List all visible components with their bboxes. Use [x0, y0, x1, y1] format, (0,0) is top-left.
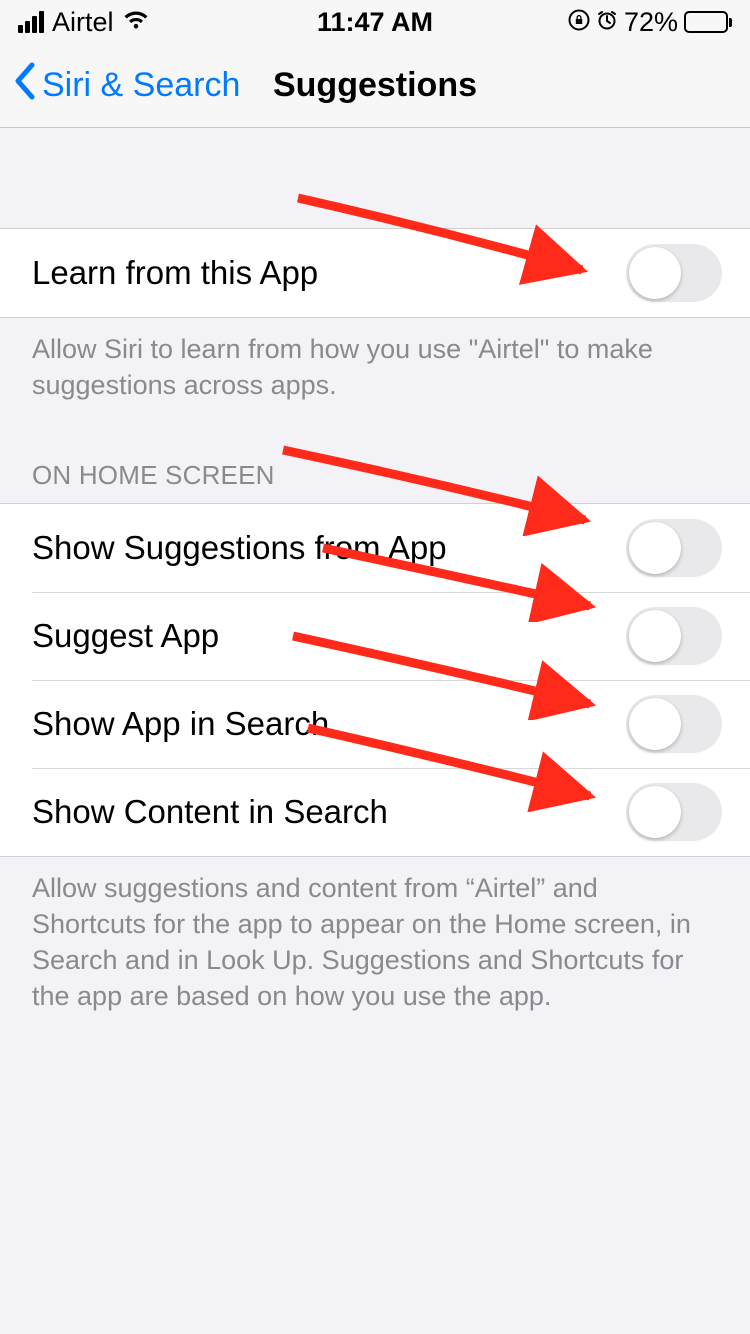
- row-suggest-app[interactable]: Suggest App: [0, 592, 750, 680]
- back-label: Siri & Search: [42, 66, 240, 105]
- nav-header: Siri & Search Suggestions: [0, 44, 750, 128]
- back-button[interactable]: Siri & Search: [0, 61, 240, 110]
- status-left: Airtel: [18, 7, 150, 38]
- row-label: Show App in Search: [32, 705, 329, 743]
- alarm-icon: [596, 7, 618, 38]
- section1-footer: Allow Siri to learn from how you use "Ai…: [0, 318, 750, 404]
- wifi-icon: [122, 7, 150, 38]
- orientation-lock-icon: [568, 7, 590, 38]
- row-label: Show Content in Search: [32, 793, 388, 831]
- status-time: 11:47 AM: [317, 7, 433, 38]
- status-bar: Airtel 11:47 AM 72%: [0, 0, 750, 44]
- toggle-suggest-app[interactable]: [626, 607, 722, 665]
- section2-footer: Allow suggestions and content from “Airt…: [0, 857, 750, 1015]
- row-show-app-search[interactable]: Show App in Search: [0, 680, 750, 768]
- toggle-show-app-search[interactable]: [626, 695, 722, 753]
- toggle-show-content-search[interactable]: [626, 783, 722, 841]
- row-label: Show Suggestions from App: [32, 529, 447, 567]
- section-learn: Learn from this App: [0, 228, 750, 318]
- toggle-show-suggestions[interactable]: [626, 519, 722, 577]
- battery-pct: 72%: [624, 7, 678, 38]
- section-home-screen: Show Suggestions from App Suggest App Sh…: [0, 503, 750, 857]
- chevron-left-icon: [12, 61, 36, 110]
- row-label: Learn from this App: [32, 254, 318, 292]
- signal-icon: [18, 11, 44, 33]
- status-right: 72%: [568, 7, 732, 38]
- row-show-content-search[interactable]: Show Content in Search: [0, 768, 750, 856]
- spacer: [0, 128, 750, 228]
- toggle-learn-from-app[interactable]: [626, 244, 722, 302]
- row-label: Suggest App: [32, 617, 219, 655]
- section2-header: ON HOME SCREEN: [0, 460, 750, 503]
- row-show-suggestions[interactable]: Show Suggestions from App: [0, 504, 750, 592]
- row-learn-from-app[interactable]: Learn from this App: [0, 229, 750, 317]
- battery-icon: [684, 11, 732, 33]
- carrier-label: Airtel: [52, 7, 114, 38]
- page-title: Suggestions: [273, 66, 477, 105]
